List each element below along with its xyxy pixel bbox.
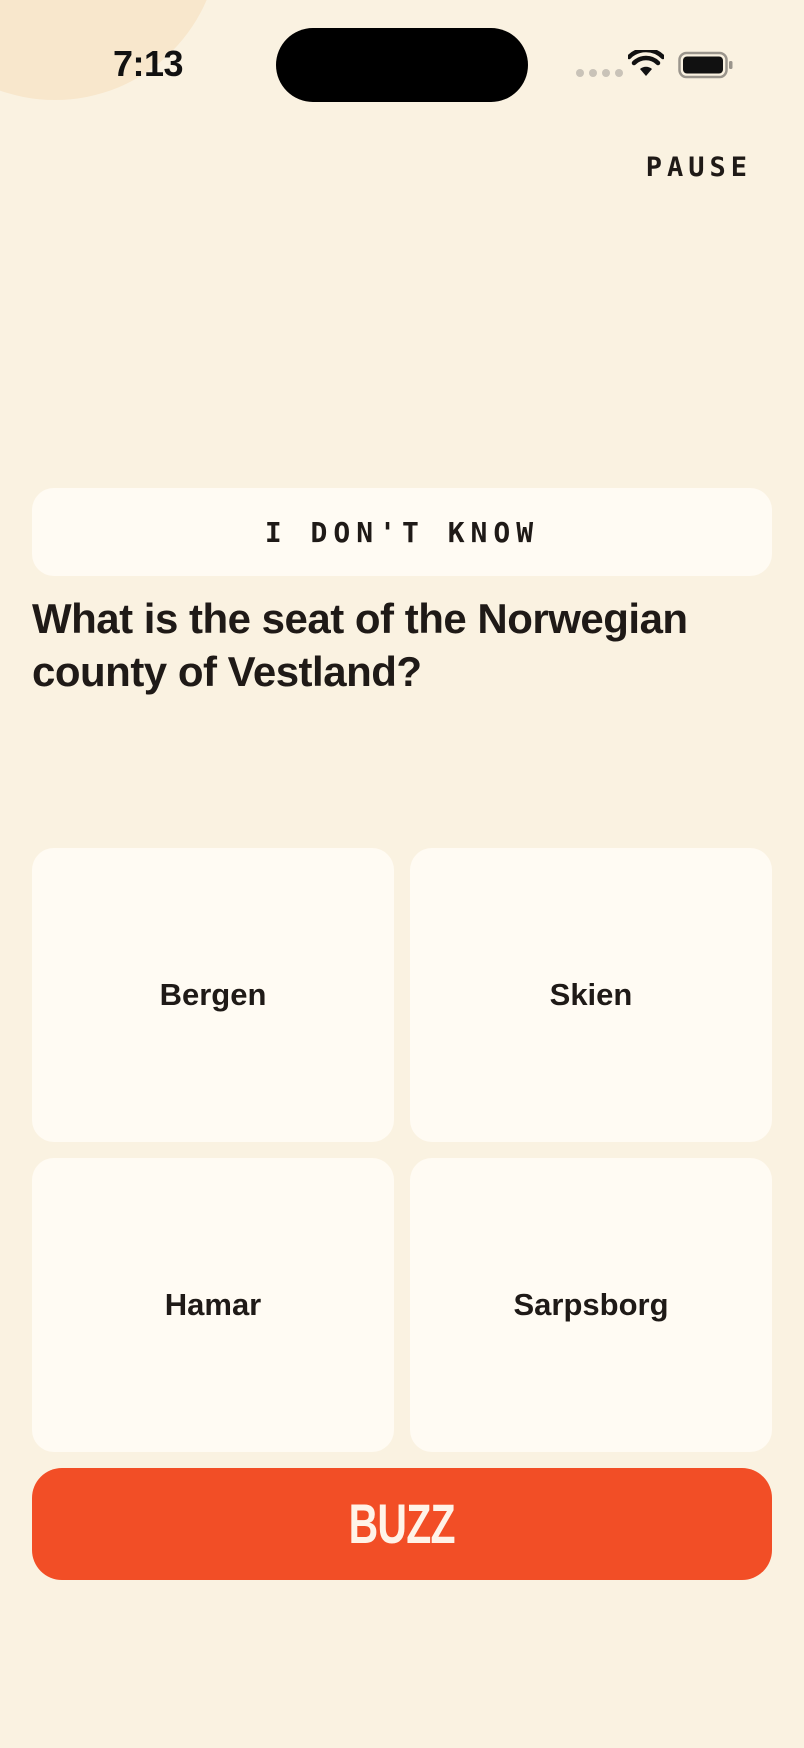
answer-option[interactable]: Sarpsborg xyxy=(410,1158,772,1452)
answer-option[interactable]: Hamar xyxy=(32,1158,394,1452)
answer-grid: Bergen Skien Hamar Sarpsborg xyxy=(32,848,772,1452)
question-text: What is the seat of the Norwegian county… xyxy=(32,595,688,695)
dynamic-island xyxy=(276,28,528,102)
quiz-screen: 7:13 PAUSE I DON'T KNOW What is the seat… xyxy=(0,0,804,1748)
decorative-corner-circle xyxy=(0,0,220,100)
buzz-label: BUZZ xyxy=(348,1492,456,1556)
wifi-icon xyxy=(628,50,664,76)
buzz-button[interactable]: BUZZ xyxy=(32,1468,772,1580)
cellular-signal-icon xyxy=(576,69,623,77)
answer-option[interactable]: Skien xyxy=(410,848,772,1142)
dont-know-button[interactable]: I DON'T KNOW xyxy=(32,488,772,576)
answer-option[interactable]: Bergen xyxy=(32,848,394,1142)
status-bar-time: 7:13 xyxy=(113,43,184,84)
battery-icon xyxy=(678,51,733,79)
pause-button[interactable]: PAUSE xyxy=(646,152,752,183)
